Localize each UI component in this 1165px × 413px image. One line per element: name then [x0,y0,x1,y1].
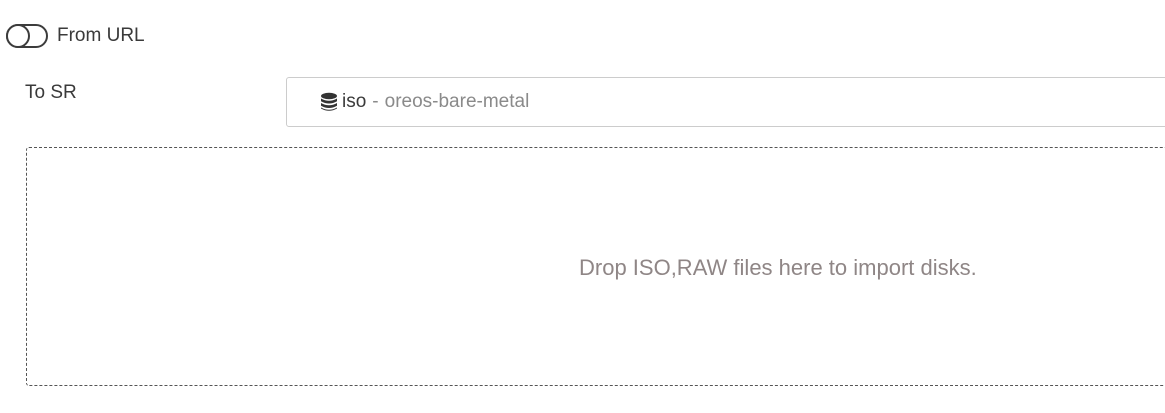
dropzone-hint: Drop ISO,RAW files here to import disks. [579,255,977,280]
file-dropzone[interactable]: Drop ISO,RAW files here to import disks. [26,147,1165,386]
sr-name: iso [342,91,367,112]
sr-separator: - [372,91,379,112]
database-icon [320,92,338,112]
from-url-toggle[interactable] [6,24,48,48]
from-url-label[interactable]: From URL [57,25,145,47]
to-sr-label: To SR [25,82,77,103]
sr-host-name: oreos-bare-metal [384,91,530,112]
import-disks-form: From URL To SR iso - oreos-bare-metal Dr… [0,0,1165,413]
toggle-knob [6,24,30,48]
from-url-toggle-row: From URL [6,22,145,50]
sr-select[interactable]: iso - oreos-bare-metal [286,77,1165,127]
